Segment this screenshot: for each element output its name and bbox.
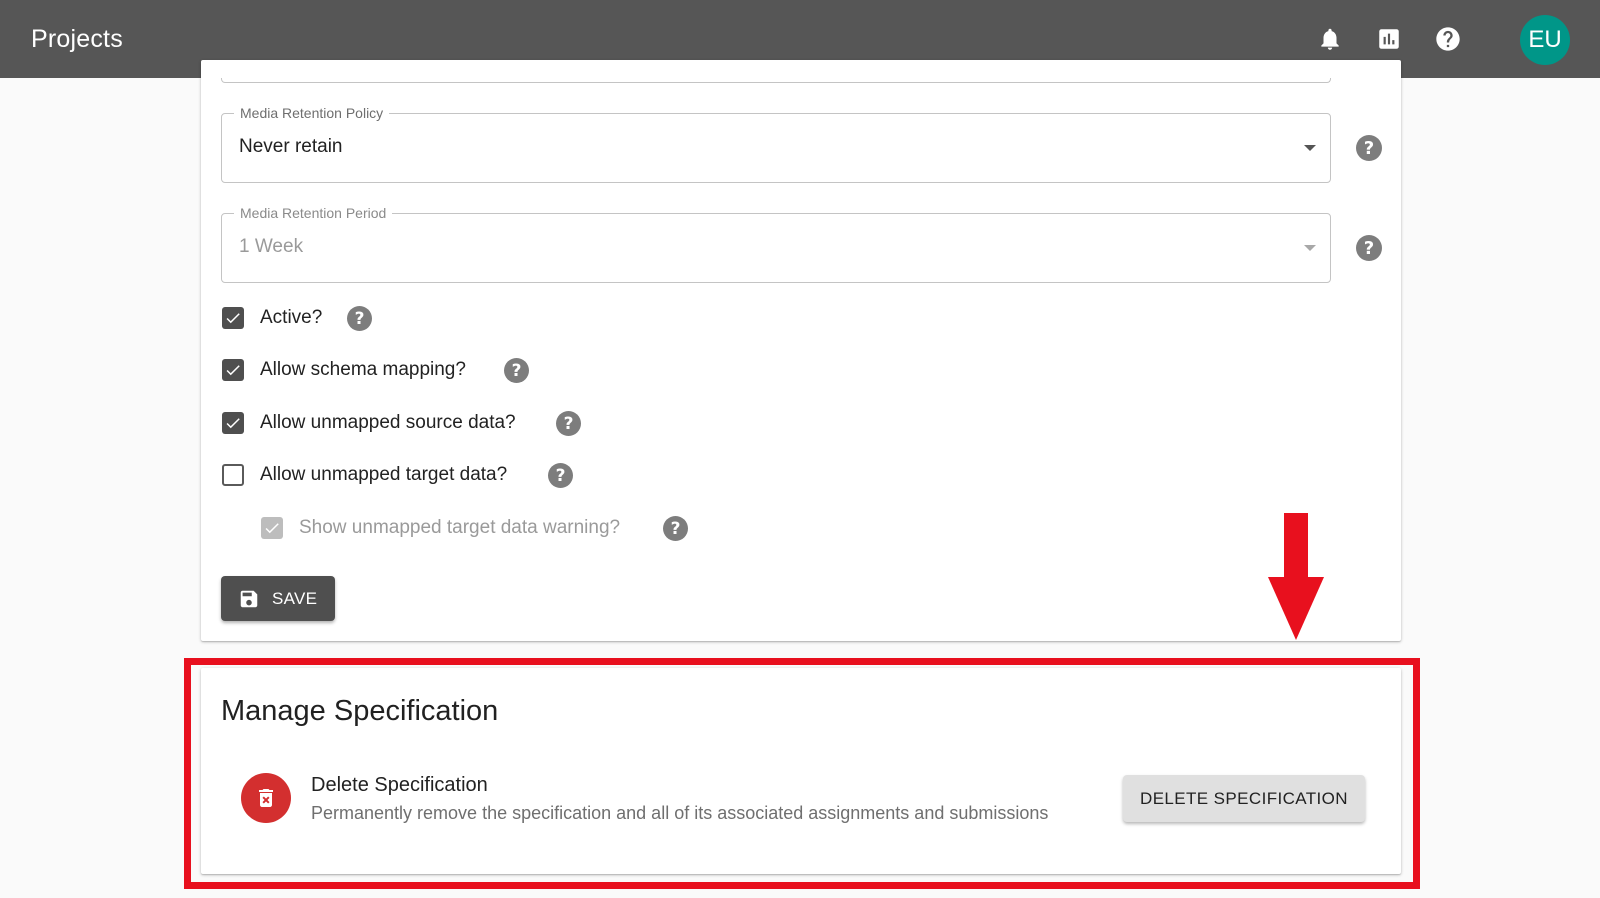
save-button[interactable]: SAVE <box>221 576 335 621</box>
allow-unmapped-source-label: Allow unmapped source data? <box>260 412 516 433</box>
allow-unmapped-source-checkbox[interactable] <box>222 412 244 434</box>
check-icon <box>226 313 240 324</box>
notifications-button[interactable] <box>1308 17 1352 61</box>
annotation-arrow-icon <box>1268 513 1324 640</box>
reports-button[interactable] <box>1367 17 1411 61</box>
previous-field-edge <box>221 78 1331 83</box>
user-avatar[interactable]: EU <box>1520 15 1570 65</box>
help-icon <box>1436 27 1460 51</box>
help-icon[interactable]: ? <box>347 306 372 331</box>
show-unmapped-warning-checkbox <box>261 517 283 539</box>
help-button[interactable] <box>1426 17 1470 61</box>
allow-unmapped-target-label: Allow unmapped target data? <box>260 464 508 485</box>
media-retention-policy-select[interactable]: Media Retention Policy Never retain <box>221 105 1331 183</box>
active-label: Active? <box>260 307 323 328</box>
help-icon[interactable]: ? <box>504 358 529 383</box>
annotation-highlight-box <box>184 658 1420 889</box>
allow-schema-mapping-row[interactable]: Allow schema mapping? <box>222 359 466 381</box>
show-unmapped-warning-row: Show unmapped target data warning? <box>261 517 620 539</box>
allow-unmapped-target-row[interactable]: Allow unmapped target data? <box>222 464 507 486</box>
media-retention-period-label: Media Retention Period <box>234 205 393 221</box>
help-icon[interactable]: ? <box>556 411 581 436</box>
help-icon[interactable]: ? <box>663 516 688 541</box>
floppy-disk-icon <box>240 590 258 607</box>
allow-unmapped-target-checkbox[interactable] <box>222 464 244 486</box>
active-checkbox-row[interactable]: Active? <box>222 307 322 329</box>
media-retention-period-select: Media Retention Period 1 Week <box>221 205 1331 283</box>
help-icon[interactable]: ? <box>548 463 573 488</box>
chevron-down-icon <box>1304 145 1316 151</box>
active-checkbox[interactable] <box>222 307 244 329</box>
avatar-initials: EU <box>1528 26 1562 53</box>
check-icon <box>226 418 240 429</box>
check-icon <box>226 365 240 376</box>
media-retention-period-value: 1 Week <box>239 236 304 257</box>
check-icon <box>265 523 279 534</box>
allow-schema-mapping-label: Allow schema mapping? <box>260 359 466 380</box>
chart-icon <box>1379 29 1399 49</box>
help-icon[interactable]: ? <box>1356 235 1382 261</box>
bell-icon <box>1321 28 1339 50</box>
media-retention-policy-value: Never retain <box>239 136 343 157</box>
allow-schema-mapping-checkbox[interactable] <box>222 359 244 381</box>
page-title: Projects <box>31 24 123 53</box>
chevron-down-icon <box>1304 245 1316 251</box>
allow-unmapped-source-row[interactable]: Allow unmapped source data? <box>222 412 516 434</box>
show-unmapped-warning-label: Show unmapped target data warning? <box>299 517 621 538</box>
media-retention-policy-label: Media Retention Policy <box>234 105 390 121</box>
save-label: SAVE <box>272 588 318 608</box>
help-icon[interactable]: ? <box>1356 135 1382 161</box>
